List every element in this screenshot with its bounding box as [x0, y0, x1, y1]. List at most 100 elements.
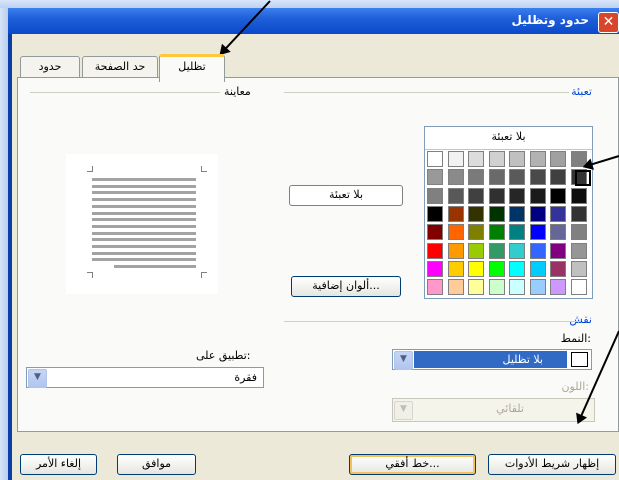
color-swatch[interactable] [488, 224, 505, 241]
color-swatch[interactable] [550, 224, 566, 241]
chevron-down-icon[interactable]: ▼ [28, 369, 47, 388]
color-swatch[interactable] [447, 187, 464, 204]
color-swatch[interactable] [529, 279, 546, 296]
color-swatch[interactable] [488, 205, 505, 222]
color-swatch[interactable] [529, 242, 546, 259]
color-swatch[interactable] [550, 260, 566, 277]
color-swatch[interactable] [427, 205, 443, 222]
show-toolbar-button[interactable]: إظهار شريط الأدوات [488, 454, 616, 475]
color-palette: بلا تعبئة [424, 126, 593, 299]
color-swatch[interactable] [488, 260, 505, 277]
color-swatch[interactable] [570, 205, 587, 222]
more-colors-button[interactable]: ألوان إضافية... [291, 276, 401, 297]
color-swatch[interactable] [447, 151, 464, 167]
preview-line [92, 198, 196, 202]
color-swatch[interactable] [427, 260, 443, 277]
color-swatch[interactable] [488, 242, 505, 259]
ok-button[interactable]: موافق [117, 454, 196, 475]
color-swatch[interactable] [447, 260, 464, 277]
color-swatch[interactable] [550, 169, 566, 186]
color-swatch[interactable] [488, 279, 505, 296]
color-swatch[interactable] [468, 169, 484, 186]
color-swatch[interactable] [468, 205, 484, 222]
color-swatch[interactable] [447, 169, 464, 186]
color-swatch[interactable] [427, 187, 443, 204]
color-swatch[interactable] [570, 224, 587, 241]
color-swatch[interactable] [427, 169, 443, 186]
color-swatch[interactable] [550, 205, 566, 222]
background-strip-left [0, 8, 8, 480]
apply-to-label: تطبيق على: [196, 349, 251, 362]
color-swatch[interactable] [427, 151, 443, 167]
preview-line [92, 191, 196, 195]
color-swatch[interactable] [509, 187, 525, 204]
preview-line [92, 238, 196, 242]
preview-line [92, 204, 196, 208]
color-swatch[interactable] [550, 151, 566, 167]
preview-pane [66, 154, 218, 294]
apply-to-value: فقرة [234, 371, 257, 384]
color-swatch[interactable] [468, 260, 484, 277]
color-swatch[interactable] [509, 205, 525, 222]
preview-line [92, 178, 196, 181]
color-swatch[interactable] [529, 151, 546, 167]
color-swatch[interactable] [529, 260, 546, 277]
preview-line [92, 184, 196, 188]
color-swatch[interactable] [550, 187, 566, 204]
cancel-button[interactable]: إلغاء الأمر [20, 454, 97, 475]
tab-page-border[interactable]: حد الصفحة [82, 56, 158, 79]
color-swatch[interactable] [509, 279, 525, 296]
color-select[interactable]: تلقائي ▼ [392, 398, 595, 422]
preview-line [92, 245, 196, 248]
color-swatch[interactable] [427, 242, 443, 259]
pattern-divider [284, 321, 580, 322]
color-swatch[interactable] [488, 151, 505, 167]
color-swatch[interactable] [570, 279, 587, 296]
color-swatch[interactable] [447, 224, 464, 241]
color-swatch[interactable] [488, 187, 505, 204]
color-swatch[interactable] [509, 169, 525, 186]
color-swatch[interactable] [550, 242, 566, 259]
color-swatch[interactable] [488, 169, 505, 186]
color-swatch[interactable] [447, 205, 464, 222]
preview-line [92, 251, 196, 255]
color-swatch[interactable] [447, 242, 464, 259]
color-swatch[interactable] [509, 260, 525, 277]
color-swatch[interactable] [468, 187, 484, 204]
horizontal-line-button[interactable]: خط أفقي... [349, 454, 476, 475]
style-swatch [571, 352, 588, 367]
color-swatch[interactable] [509, 242, 525, 259]
color-swatch[interactable] [570, 187, 587, 204]
close-button[interactable]: ✕ [598, 12, 619, 33]
preview-divider [30, 92, 220, 93]
tab-shading[interactable]: تظليل [159, 54, 225, 82]
color-swatch[interactable] [468, 224, 484, 241]
color-swatch[interactable] [550, 279, 566, 296]
tab-borders[interactable]: حدود [20, 56, 80, 79]
preview-text-lines [66, 154, 218, 294]
color-swatch[interactable] [509, 151, 525, 167]
preview-line [92, 231, 196, 235]
color-swatch[interactable] [570, 242, 587, 259]
color-swatch[interactable] [529, 205, 546, 222]
chevron-down-icon[interactable]: ▼ [394, 351, 413, 370]
color-swatch[interactable] [529, 224, 546, 241]
apply-to-select[interactable]: فقرة ▼ [26, 367, 264, 388]
no-fill-option[interactable]: بلا تعبئة [425, 127, 592, 150]
color-swatch[interactable] [468, 242, 484, 259]
color-swatch[interactable] [468, 279, 484, 296]
color-swatch[interactable] [447, 279, 464, 296]
preview-line [92, 211, 196, 215]
style-select[interactable]: بلا تظليل ▼ [392, 349, 592, 370]
color-swatch[interactable] [529, 187, 546, 204]
fill-header: تعبئة [571, 85, 592, 98]
color-swatch[interactable] [509, 224, 525, 241]
color-label: اللون: [561, 380, 589, 393]
color-swatch[interactable] [468, 151, 484, 167]
color-swatch[interactable] [427, 279, 443, 296]
color-swatch[interactable] [570, 260, 587, 277]
window-left-edge [8, 34, 12, 480]
color-swatch[interactable] [529, 169, 546, 186]
fill-divider [284, 92, 569, 93]
color-swatch[interactable] [427, 224, 443, 241]
